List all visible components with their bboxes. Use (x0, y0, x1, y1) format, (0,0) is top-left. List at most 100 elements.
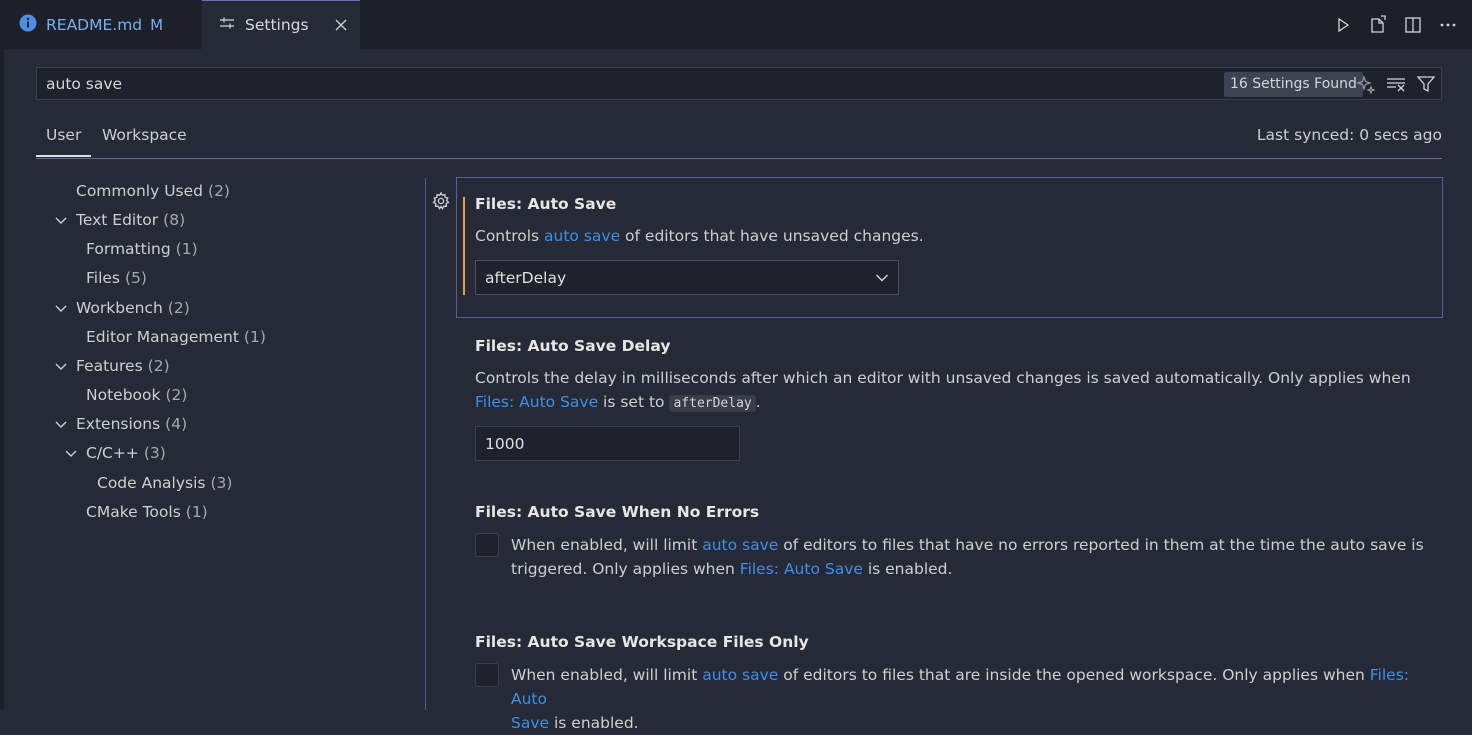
setting-title: Files: Auto Save (475, 195, 617, 213)
toc-divider[interactable] (425, 178, 426, 710)
toc-label: Files (86, 269, 121, 287)
desc-text: of editors to files that have no errors … (778, 536, 1424, 554)
open-settings-json-icon[interactable] (1368, 15, 1388, 35)
auto-save-link[interactable]: auto save (702, 536, 778, 554)
desc-text: triggered. Only applies when (511, 560, 740, 578)
setting-title: Files: Auto Save Workspace Files Only (475, 633, 809, 651)
chevron-down-icon[interactable] (54, 214, 68, 228)
toc-count: (1) (243, 328, 266, 346)
toc-count: (1) (185, 503, 208, 521)
select-value: afterDelay (485, 268, 567, 287)
toc-item-files[interactable]: Files (5) (86, 269, 147, 287)
results-count-badge: 16 Settings Found (1224, 72, 1363, 97)
toc-item-editor-management[interactable]: Editor Management (1) (86, 328, 266, 346)
toc-count: (3) (210, 474, 233, 492)
toc-item-code-analysis[interactable]: Code Analysis (3) (97, 474, 232, 492)
desc-text: Controls the delay in milliseconds after… (475, 369, 1411, 387)
setting-description: When enabled, will limit auto save of ed… (511, 663, 1441, 735)
auto-save-select[interactable]: afterDelay (475, 260, 899, 295)
gear-icon[interactable] (431, 191, 451, 211)
close-icon[interactable] (335, 19, 347, 31)
toc-count: (2) (208, 182, 230, 200)
setting-title: Files: Auto Save When No Errors (475, 503, 760, 521)
settings-search: 16 Settings Found (36, 67, 1442, 100)
toc-count: (4) (165, 415, 188, 433)
toc-item-text-editor[interactable]: Text Editor (8) (76, 211, 185, 229)
toc-item-features[interactable]: Features (2) (76, 357, 170, 375)
toc-item-cmake-tools[interactable]: CMake Tools (1) (86, 503, 208, 521)
tab-workspace[interactable]: Workspace (102, 126, 187, 144)
desc-text: When enabled, will limit (511, 536, 703, 554)
info-icon (19, 14, 37, 36)
toc-label: C/C++ (86, 444, 139, 462)
toc-count: (3) (143, 444, 166, 462)
toc-label: Commonly Used (76, 182, 204, 200)
toc-count: (5) (125, 269, 147, 287)
toc-count: (8) (163, 211, 186, 229)
active-tab-indicator (36, 155, 91, 157)
tab-settings[interactable]: Settings (202, 0, 360, 49)
desc-text: of editors to files that are inside the … (778, 666, 1370, 684)
setting-title: Files: Auto Save Delay (475, 337, 671, 355)
code-value: afterDelay (669, 395, 756, 412)
chevron-down-icon[interactable] (54, 418, 68, 432)
auto-save-link[interactable]: auto save (544, 227, 620, 245)
toc-item-extensions[interactable]: Extensions (4) (76, 415, 187, 433)
toc-count: (1) (175, 240, 198, 258)
toc-label: Features (76, 357, 143, 375)
settings-scope-tabs: User Workspace Last synced: 0 secs ago (36, 118, 1442, 159)
ai-sparkle-icon[interactable] (1355, 73, 1377, 95)
desc-text: is enabled. (549, 714, 639, 732)
toc-item-workbench[interactable]: Workbench (2) (76, 299, 190, 317)
toc-item-cpp[interactable]: C/C++ (3) (86, 444, 166, 462)
desc-text: of editors that have unsaved changes. (620, 227, 924, 245)
search-actions (1355, 73, 1437, 95)
toc-count: (2) (167, 299, 190, 317)
toc-item-formatting[interactable]: Formatting (1) (86, 240, 198, 258)
desc-text: When enabled, will limit (511, 666, 703, 684)
files-auto-save-link[interactable]: Files: Auto Save (740, 560, 863, 578)
desc-text: is enabled. (862, 560, 953, 578)
workspace-only-checkbox[interactable] (475, 663, 499, 687)
toc-label: CMake Tools (86, 503, 181, 521)
toc-count: (2) (147, 357, 170, 375)
desc-text: is set to (598, 393, 670, 411)
modified-badge: M (150, 15, 164, 34)
chevron-down-icon[interactable] (64, 447, 78, 461)
editor-toolbar (1333, 15, 1458, 35)
settings-sliders-icon (219, 16, 235, 34)
files-auto-save-link[interactable]: Files: Auto Save (475, 393, 598, 411)
sidebar-edge (0, 49, 4, 710)
split-editor-icon[interactable] (1403, 15, 1423, 35)
tab-user[interactable]: User (46, 126, 81, 144)
editor-tab-bar: README.md M Settings (0, 0, 1472, 49)
setting-description: Controls the delay in milliseconds after… (475, 366, 1435, 416)
more-actions-icon[interactable] (1438, 15, 1458, 35)
chevron-down-icon[interactable] (54, 360, 68, 374)
toc-label: Notebook (86, 386, 161, 404)
no-errors-checkbox[interactable] (475, 533, 499, 557)
toc-item-commonly-used[interactable]: Commonly Used (2) (76, 182, 230, 200)
auto-save-delay-input[interactable] (475, 426, 740, 461)
sync-status: Last synced: 0 secs ago (1256, 126, 1442, 144)
clear-filter-icon[interactable] (1385, 73, 1407, 95)
tab-readme-label: README.md (46, 15, 143, 34)
modified-indicator (463, 197, 465, 295)
search-input[interactable] (37, 68, 1187, 99)
toc-label: Text Editor (76, 211, 159, 229)
desc-text: . (755, 393, 761, 411)
tab-settings-label: Settings (245, 16, 309, 34)
toc-item-notebook[interactable]: Notebook (2) (86, 386, 187, 404)
chevron-down-icon[interactable] (54, 302, 68, 316)
toc-label: Workbench (76, 299, 163, 317)
filter-icon[interactable] (1415, 73, 1437, 95)
chevron-down-icon (875, 271, 889, 285)
toc-label: Formatting (86, 240, 171, 258)
auto-save-link[interactable]: auto save (702, 666, 778, 684)
tab-readme[interactable]: README.md M (0, 0, 200, 49)
desc-text: Controls (475, 227, 545, 245)
files-auto-save-link[interactable]: Save (511, 714, 549, 732)
setting-description: When enabled, will limit auto save of ed… (511, 533, 1441, 581)
run-icon[interactable] (1333, 15, 1353, 35)
toc-count: (2) (165, 386, 188, 404)
